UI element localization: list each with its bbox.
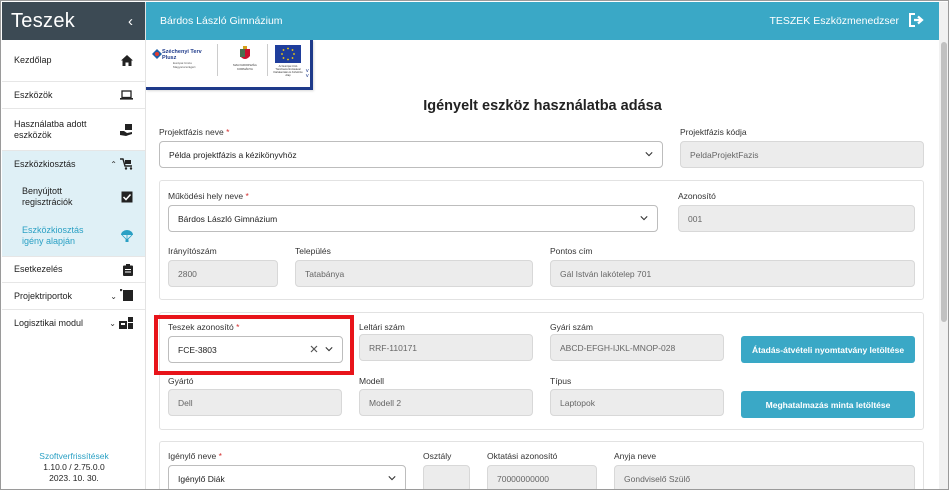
leltari-field: RRF-110171 xyxy=(359,334,533,361)
logout-icon[interactable] xyxy=(909,12,925,30)
telepules-field: Tatabánya xyxy=(295,260,533,287)
sidebar-item-hasznalatba[interactable]: Használatba adott eszközök xyxy=(2,109,145,151)
download-handover-button[interactable]: Átadás-átvételi nyomtatvány letöltése xyxy=(741,336,915,363)
projektfazis-label: Projektfázis neve * xyxy=(159,127,230,137)
software-updates-link[interactable]: Szoftverfrissítések xyxy=(2,451,146,462)
chevron-down-icon: ⌄ xyxy=(109,319,116,328)
highlight-box xyxy=(154,315,354,375)
mukodesi-select[interactable]: Bárdos László Gimnázium xyxy=(168,205,658,232)
cart-icon xyxy=(120,157,133,172)
sidebar-item-esetkezeles[interactable]: Esetkezelés xyxy=(2,256,145,283)
projektfazis-kod-label: Projektfázis kódja xyxy=(680,127,747,137)
clipboard-icon xyxy=(123,263,133,276)
chevron-down-icon xyxy=(645,150,653,160)
pontos-cim-label: Pontos cím xyxy=(550,246,593,256)
hand-device-icon xyxy=(120,123,133,136)
report-icon xyxy=(119,288,133,303)
gyarto-label: Gyártó xyxy=(168,376,194,386)
igenylo-label: Igénylő neve * xyxy=(168,451,222,461)
sidebar-item-benyujtott[interactable]: Benyújtott regisztrációk xyxy=(2,178,145,216)
vertical-scrollbar[interactable] xyxy=(939,2,948,489)
osztaly-field xyxy=(423,465,470,489)
logistics-icon xyxy=(119,316,133,331)
sidebar-submenu: Benyújtott regisztrációk Eszközkiosztás … xyxy=(2,178,145,256)
sidebar: Teszek ‹ Kezdőlap Eszközök Használatba a… xyxy=(2,2,146,489)
modell-field: Modell 2 xyxy=(359,389,533,416)
logo-divider xyxy=(217,44,218,76)
logo-chevrons-icon: ˅ ˅ xyxy=(305,69,309,80)
tipus-field: Laptopok xyxy=(550,389,724,416)
version-text: 1.10.0 / 2.75.0.0 xyxy=(43,462,105,472)
iranyitoszam-field: 2800 xyxy=(168,260,278,287)
chevron-down-icon xyxy=(388,474,396,484)
sidebar-item-label: Használatba adott eszközök xyxy=(14,118,87,140)
laptop-icon xyxy=(120,90,133,100)
checkbox-icon xyxy=(121,191,133,203)
igenylo-select[interactable]: Igénylő Diák xyxy=(168,465,406,489)
anyja-field: Gondviselő Szülő xyxy=(614,465,915,489)
chevron-down-icon: ⌄ xyxy=(110,291,117,301)
azonosito-label: Azonosító xyxy=(678,191,716,201)
gyari-label: Gyári szám xyxy=(550,322,593,332)
mukodesi-label: Működési hely neve * xyxy=(168,191,249,201)
azonosito-field: 001 xyxy=(678,205,915,232)
collapse-sidebar-icon[interactable]: ‹ xyxy=(128,13,133,30)
parachute-icon xyxy=(121,230,133,242)
app-window: Teszek ‹ Kezdőlap Eszközök Használatba a… xyxy=(0,0,949,490)
pontos-cim-field: Gál István lakótelep 701 xyxy=(550,260,915,287)
main-content: Széchenyi Terv Plusz Európai Uniós Magya… xyxy=(146,40,939,489)
projektfazis-select[interactable]: Példa projektfázis a kézikönyvhöz xyxy=(159,141,663,168)
sidebar-item-label: Eszközök xyxy=(14,89,53,100)
school-name: Bárdos László Gimnázium xyxy=(160,15,283,27)
gyari-field: ABCD-EFGH-IJKL-MNOP-028 xyxy=(550,334,724,361)
funding-logos: Széchenyi Terv Plusz Európai Uniós Magya… xyxy=(146,40,313,90)
sidebar-item-eszkozok[interactable]: Eszközök xyxy=(2,82,145,109)
scrollbar-thumb[interactable] xyxy=(941,42,947,322)
top-bar: Bárdos László Gimnázium TESZEK Eszközmen… xyxy=(146,2,939,40)
gyarto-field: Dell xyxy=(168,389,342,416)
leltari-label: Leltári szám xyxy=(359,322,405,332)
eu-logo: Az Európai Unió Társfinanszírozásával Ká… xyxy=(272,45,304,77)
sidebar-item-label: Eszközkiosztás xyxy=(14,159,76,169)
telepules-label: Település xyxy=(295,246,331,256)
anyja-label: Anyja neve xyxy=(614,451,657,461)
osztaly-label: Osztály xyxy=(423,451,452,461)
iranyitoszam-label: Irányítószám xyxy=(168,246,217,256)
sidebar-header: Teszek ‹ xyxy=(2,2,145,40)
app-title: Teszek xyxy=(11,9,76,32)
page-title: Igényelt eszköz használatba adása xyxy=(423,98,662,114)
sidebar-item-label: Eszközkiosztás igény alapján xyxy=(22,225,84,246)
sidebar-item-projektriportok[interactable]: Projektriportok ⌄ xyxy=(2,283,145,310)
sidebar-item-label: Kezdőlap xyxy=(14,55,52,65)
sidebar-item-logisztikai[interactable]: Logisztikai modul ⌄ xyxy=(2,310,145,337)
logo-divider xyxy=(267,44,268,76)
app-name: TESZEK Eszközmenedzser xyxy=(769,15,899,27)
sidebar-item-label: Benyújtott regisztrációk xyxy=(22,186,73,207)
chevron-down-icon xyxy=(640,214,648,224)
sidebar-item-kezdolap[interactable]: Kezdőlap xyxy=(2,40,145,82)
government-logo: MAGYARORSZÁG KORMÁNYA xyxy=(226,46,264,71)
download-authorization-button[interactable]: Meghatalmazás minta letöltése xyxy=(741,391,915,418)
sidebar-item-eszkozkiosztas[interactable]: Eszközkiosztás ⌃ xyxy=(2,151,145,178)
sidebar-item-label: Esetkezelés xyxy=(14,264,63,274)
version-date: 2023. 10. 30. xyxy=(49,473,99,483)
projektfazis-kod-field: PeldaProjektFazis xyxy=(680,141,924,168)
sidebar-footer: Szoftverfrissítések 1.10.0 / 2.75.0.0 20… xyxy=(2,451,146,484)
chevron-up-icon: ⌃ xyxy=(110,160,117,169)
oktatasi-field: 70000000000 xyxy=(487,465,597,489)
modell-label: Modell xyxy=(359,376,385,386)
sidebar-item-label: Projektriportok xyxy=(14,290,73,301)
sidebar-item-igeny-alapjan[interactable]: Eszközkiosztás igény alapján xyxy=(2,216,145,256)
tipus-label: Típus xyxy=(550,376,572,386)
home-icon xyxy=(121,55,133,66)
sidebar-item-label: Logisztikai modul xyxy=(14,318,84,328)
oktatasi-label: Oktatási azonosító xyxy=(487,451,558,461)
